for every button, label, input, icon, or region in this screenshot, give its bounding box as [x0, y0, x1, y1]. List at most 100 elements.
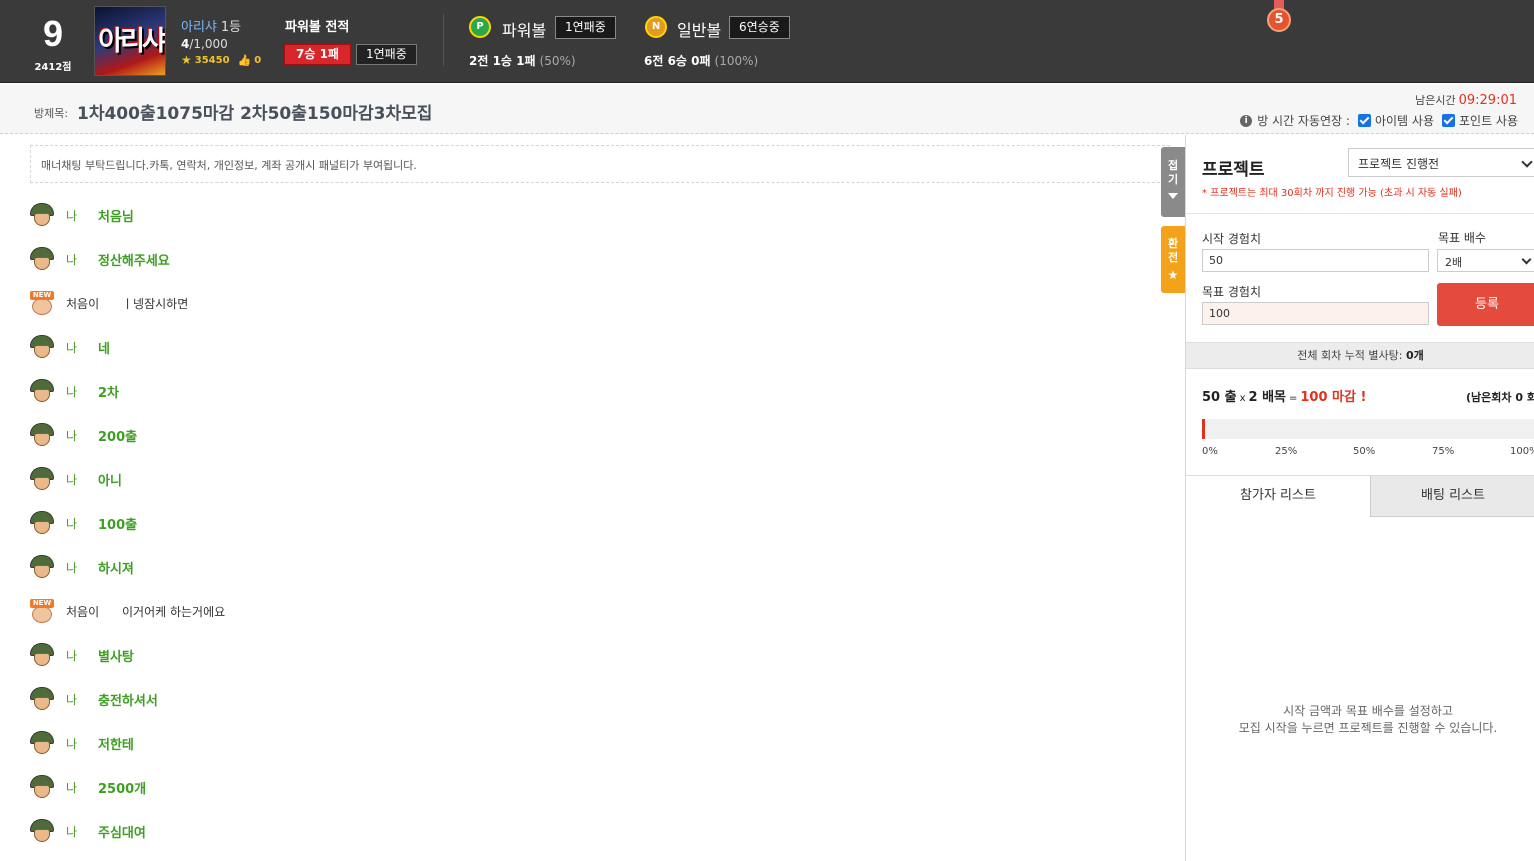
hint-line-1: 시작 금액과 목표 배수를 설정하고	[1283, 704, 1453, 718]
soldier-avatar-icon[interactable]	[30, 775, 54, 799]
chat-sender[interactable]: 나	[66, 647, 98, 664]
start-exp-input[interactable]: 50	[1202, 249, 1429, 272]
chat-sender[interactable]: 나	[66, 339, 98, 356]
list-tabs: 참가자 리스트 배팅 리스트	[1186, 475, 1534, 517]
soldier-avatar-icon[interactable]	[30, 335, 54, 359]
item-use-checkbox[interactable]	[1357, 114, 1371, 127]
item-use-label: 아이템 사용	[1374, 114, 1434, 128]
panel-divider	[1186, 213, 1534, 214]
formula-eq: =	[1289, 393, 1298, 404]
rank-box: 9 2412점	[20, 12, 86, 73]
normalball-record-text: 6전 6승 0패	[644, 54, 711, 68]
chat-message: NEW 처음이 이거어케 하는거에요	[30, 598, 225, 624]
room-title: 1차400출1075마감 2차50출150마감3차모집	[77, 104, 433, 124]
rank-number: 9	[42, 13, 64, 54]
multiplier-select[interactable]: 2배	[1437, 249, 1534, 272]
chat-message: 나네	[30, 334, 110, 360]
chat-sender[interactable]: 나	[66, 691, 98, 708]
fold-tab[interactable]: 접기	[1161, 147, 1185, 217]
powerball-title: 파워볼	[502, 21, 547, 40]
soldier-avatar-icon[interactable]	[30, 203, 54, 227]
normalball-title: 일반볼	[677, 21, 722, 40]
progress-fill	[1202, 419, 1205, 439]
powerball-record-title: 파워볼 전적	[285, 20, 350, 35]
chat-sender[interactable]: 나	[66, 471, 98, 488]
chat-text: 아니	[98, 473, 122, 489]
level-max: /1,000	[189, 37, 228, 51]
soldier-avatar-icon[interactable]	[30, 731, 54, 755]
chat-text: 이거어케 하는거에요	[122, 604, 226, 619]
powerball-record: 2전 1승 1패 (50%)	[469, 52, 576, 69]
remaining-rounds: (남은회차 0 회	[1466, 391, 1534, 404]
chat-sender[interactable]: 처음이	[66, 603, 122, 620]
remaining-time: 남은시간 09:29:01	[1415, 92, 1517, 108]
normalball-streak: 6연승중	[729, 16, 790, 39]
chat-sender[interactable]: 나	[66, 559, 98, 576]
tab-participants[interactable]: 참가자 리스트	[1186, 476, 1370, 517]
soldier-avatar-icon[interactable]	[30, 467, 54, 491]
powerball-pct: (50%)	[539, 54, 576, 68]
chat-sender[interactable]: 처음이	[66, 295, 122, 312]
chat-message: 나 주심대여	[30, 818, 146, 844]
chat-text: 하시져	[98, 561, 134, 577]
chat-sender[interactable]: 나	[66, 779, 98, 796]
chat-sender[interactable]: 나	[66, 735, 98, 752]
chat-message: 나 정산해주세요	[30, 246, 170, 272]
target-exp-input[interactable]: 100	[1202, 302, 1429, 325]
soldier-avatar-icon[interactable]	[30, 687, 54, 711]
remaining-time-label: 남은시간	[1415, 94, 1456, 107]
face-shape	[34, 653, 50, 666]
soldier-avatar-icon[interactable]	[30, 423, 54, 447]
chat-sender[interactable]: 나	[66, 515, 98, 532]
soldier-avatar-icon[interactable]	[30, 643, 54, 667]
powerball-streak: 1연패중	[555, 16, 616, 39]
soldier-avatar-icon[interactable]	[30, 819, 54, 843]
chat-message: NEW 처음이 ㅣ넹잠시하면	[30, 290, 188, 316]
face-shape	[34, 345, 50, 358]
total-stars-value: 0개	[1406, 349, 1424, 362]
face-shape	[34, 565, 50, 578]
progress-label-0: 0%	[1202, 446, 1218, 457]
chat-text: 2차	[98, 385, 120, 401]
point-use-checkbox[interactable]	[1441, 114, 1455, 127]
register-button[interactable]: 등록	[1437, 283, 1534, 326]
face-shape	[34, 257, 50, 270]
chat-text: 별사탕	[98, 649, 134, 665]
chat-sender[interactable]: 나	[66, 823, 98, 840]
project-status-select[interactable]: 프로젝트 진행전	[1348, 148, 1534, 177]
formula-start: 50 출	[1202, 390, 1237, 405]
chat-text: 충전하셔서	[98, 693, 158, 709]
soldier-avatar-icon[interactable]	[30, 247, 54, 271]
soldier-avatar-icon[interactable]	[30, 555, 54, 579]
chat-sender[interactable]: 나	[66, 251, 98, 268]
soldier-avatar-icon[interactable]	[30, 379, 54, 403]
chat-sender[interactable]: 나	[66, 427, 98, 444]
user-avatar[interactable]: 아리샤	[94, 6, 166, 76]
face-shape	[34, 829, 50, 842]
hint-line-2: 모집 시작을 누르면 프로젝트를 진행할 수 있습니다.	[1238, 721, 1498, 735]
new-user-avatar-icon[interactable]: NEW	[30, 599, 54, 623]
point-use-label: 포인트 사용	[1458, 114, 1518, 128]
chat-message: 나 하시져	[30, 554, 134, 580]
info-icon[interactable]: i	[1240, 114, 1253, 127]
top-bar: 9 2412점 아리샤 아리샤 1등 4/1,000 ★ 35450 👍 0 파워볼 …	[0, 0, 1534, 83]
chat-notice: 매너채팅 부탁드립니다.카톡, 연락처, 개인정보, 계좌 공개시 패널티가 부…	[30, 145, 1170, 183]
tab-betting[interactable]: 배팅 리스트	[1370, 476, 1534, 517]
chat-sender[interactable]: 나	[66, 207, 98, 224]
avatar-logo-text: 아리샤	[98, 26, 165, 57]
formula-x: x	[1239, 393, 1246, 404]
chat-message: 나 2500개	[30, 774, 146, 800]
username[interactable]: 아리샤	[181, 20, 217, 35]
new-badge: NEW	[30, 599, 54, 608]
formula-mult: 2 배목	[1248, 390, 1287, 405]
project-hint: 시작 금액과 목표 배수를 설정하고 모집 시작을 누르면 프로젝트를 진행할 …	[1186, 703, 1534, 737]
chat-sender[interactable]: 나	[66, 383, 98, 400]
exchange-tab[interactable]: 환전 ★	[1161, 226, 1185, 293]
username-line: 아리샤 1등	[181, 16, 241, 35]
powerball-icon: P	[469, 16, 491, 38]
new-user-avatar-icon[interactable]: NEW	[30, 291, 54, 315]
level-line: 4/1,000	[181, 37, 228, 51]
soldier-avatar-icon[interactable]	[30, 511, 54, 535]
medal-icon[interactable]: 5	[1266, 0, 1292, 36]
room-title-bar: 방제목: 1차400출1075마감 2차50출150마감3차모집 남은시간 09:…	[0, 84, 1534, 134]
